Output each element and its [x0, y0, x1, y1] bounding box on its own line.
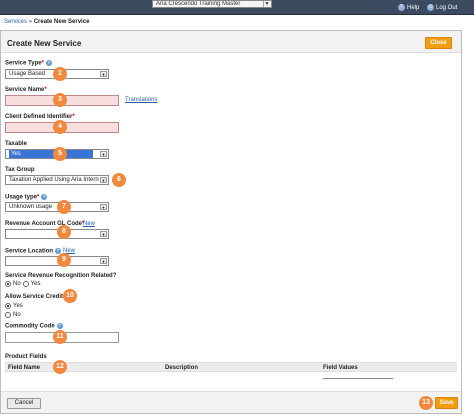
new-gl-code-link[interactable]: New — [83, 221, 95, 227]
logout-icon: ⏻ — [427, 4, 434, 11]
column-header-field-values: Field Values — [323, 365, 358, 371]
tax-group-value: Taxation Applied Using Aria Intern — [9, 177, 99, 183]
callout-marker: 7 — [57, 200, 71, 214]
allow-credits-yes-label: Yes — [13, 303, 23, 309]
help-icon[interactable]: ? — [45, 60, 52, 66]
help-icon[interactable]: ? — [41, 194, 48, 200]
client-defined-identifier-label: Client Defined Identifier* — [5, 114, 75, 120]
help-icon: ? — [398, 4, 405, 11]
field-values-input[interactable] — [323, 378, 393, 379]
callout-marker: 9 — [57, 253, 71, 267]
revenue-recognition-yes-label: Yes — [30, 281, 41, 287]
create-service-panel: Create New Service Close Service Type*? … — [0, 30, 462, 414]
panel-header: Create New Service Close — [1, 31, 461, 53]
callout-marker: 4 — [53, 120, 67, 134]
breadcrumb-separator: » — [28, 19, 33, 25]
product-fields-table-header: Field Name Description Field Values — [5, 362, 457, 372]
callout-marker: 13 — [419, 396, 433, 410]
taxable-value: Yes — [9, 150, 93, 158]
revenue-recognition-no-label: No — [13, 281, 21, 287]
allow-credits-yes-radio[interactable] — [5, 303, 11, 309]
callout-marker: 11 — [53, 330, 67, 344]
breadcrumb-services[interactable]: Services — [4, 19, 27, 25]
column-header-description: Description — [165, 365, 199, 371]
callout-marker: 6 — [112, 173, 126, 187]
client-select-value: Aria Crescendo Training Master — [156, 1, 241, 7]
callout-marker: 2 — [53, 67, 67, 81]
panel-footer: Cancel 13 Save — [1, 391, 461, 413]
chevron-down-icon: ▼ — [100, 204, 107, 210]
chevron-down-icon: ▼ — [100, 151, 107, 157]
service-name-label: Service Name* — [5, 87, 47, 93]
allow-credits-yes-option: Yes — [5, 303, 23, 309]
breadcrumb: Services » Create New Service — [4, 19, 89, 25]
column-header-field-name: Field Name — [8, 365, 41, 371]
callout-marker: 10 — [63, 289, 77, 303]
usage-type-label: Usage type*? — [5, 194, 48, 201]
chevron-down-icon: ▼ — [100, 177, 107, 183]
commodity-code-label: Commodity Code? — [5, 323, 63, 330]
service-location-label: Service Location? — [5, 248, 62, 255]
save-button[interactable]: Save — [435, 397, 458, 409]
logout-label: Log Out — [436, 4, 458, 11]
callout-marker: 5 — [53, 147, 67, 161]
client-select[interactable]: Aria Crescendo Training Master ▼ — [152, 0, 272, 8]
help-icon[interactable]: ? — [56, 323, 63, 329]
revenue-recognition-no-radio[interactable] — [5, 281, 11, 287]
breadcrumb-current: Create New Service — [33, 19, 90, 25]
logout-link[interactable]: ⏻ Log Out — [427, 4, 457, 11]
chevron-down-icon: ▼ — [100, 231, 107, 237]
revenue-recognition-yes-radio[interactable] — [22, 281, 29, 287]
help-label: Help — [407, 4, 420, 11]
chevron-down-icon: ▼ — [263, 1, 270, 7]
allow-credits-no-label: No — [13, 312, 21, 318]
page-title: Create New Service — [7, 39, 82, 48]
callout-marker: 8 — [57, 225, 71, 239]
close-button[interactable]: Close — [425, 37, 452, 49]
product-fields-title: Product Fields — [5, 354, 47, 360]
callout-marker: 3 — [53, 93, 67, 107]
allow-credits-label: Allow Service Credits — [5, 294, 67, 300]
usage-type-value: Unknown usage — [9, 204, 53, 210]
translations-link[interactable]: Translations — [125, 97, 157, 103]
cancel-button[interactable]: Cancel — [7, 398, 41, 409]
allow-credits-no-radio[interactable] — [5, 312, 11, 318]
chevron-down-icon: ▼ — [100, 258, 107, 264]
callout-marker: 12 — [53, 360, 67, 374]
revenue-gl-code-label: Revenue Account GL Code* — [5, 221, 85, 227]
allow-credits-no-option: No — [5, 312, 21, 318]
help-link[interactable]: ? Help — [398, 4, 419, 11]
revenue-recognition-label: Service Revenue Recognition Related? — [5, 273, 117, 279]
service-type-value: Usage Based — [9, 71, 46, 77]
taxable-label: Taxable — [5, 141, 27, 147]
revenue-recognition-options: No Yes — [5, 281, 40, 287]
tax-group-select[interactable]: Taxation Applied Using Aria Intern ▼ — [5, 175, 109, 185]
service-type-label: Service Type*? — [5, 60, 52, 67]
top-navigation-bar: Aria Crescendo Training Master ▼ ? Help … — [0, 0, 474, 15]
tax-group-label: Tax Group — [5, 167, 35, 173]
chevron-down-icon: ▼ — [100, 71, 107, 77]
